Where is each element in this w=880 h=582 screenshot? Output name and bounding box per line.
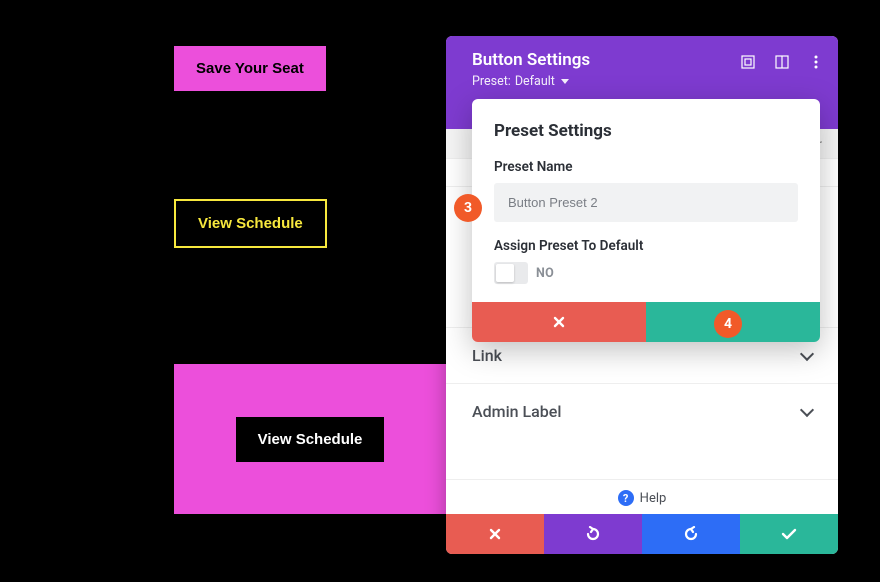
- footer-redo-button[interactable]: [642, 514, 740, 554]
- panel-header: Button Settings Preset: Default: [446, 36, 838, 99]
- admin-label-section-label: Admin Label: [472, 402, 561, 421]
- close-icon: [552, 315, 566, 329]
- help-text: Help: [640, 491, 667, 506]
- popover-title: Preset Settings: [494, 121, 798, 141]
- toggle-knob: [496, 264, 514, 282]
- footer-undo-button[interactable]: [544, 514, 642, 554]
- preset-prefix: Preset:: [472, 74, 511, 89]
- preset-name-label: Preset Name: [494, 159, 798, 175]
- save-seat-button[interactable]: Save Your Seat: [174, 46, 326, 91]
- toggle-value-text: NO: [536, 266, 554, 281]
- view-schedule-outline-button[interactable]: View Schedule: [174, 199, 327, 248]
- pink-section: View Schedule: [174, 364, 446, 514]
- popover-cancel-button[interactable]: [472, 302, 646, 342]
- preset-value: Default: [515, 74, 555, 89]
- chevron-down-icon: [800, 346, 814, 360]
- panel-layout-icon[interactable]: [774, 54, 790, 70]
- chevron-down-icon: [800, 402, 814, 416]
- view-schedule-black-button[interactable]: View Schedule: [236, 417, 385, 462]
- assign-default-label: Assign Preset To Default: [494, 238, 798, 254]
- check-icon: [781, 527, 797, 541]
- preset-settings-popover: Preset Settings Preset Name Assign Prese…: [472, 99, 820, 342]
- button-settings-panel: Button Settings Preset: Default Preset S…: [446, 36, 838, 554]
- redo-icon: [683, 526, 699, 542]
- expand-icon[interactable]: [740, 54, 756, 70]
- link-section-label: Link: [472, 346, 502, 365]
- help-icon: ?: [618, 490, 634, 506]
- preset-name-input[interactable]: [494, 183, 798, 222]
- caret-down-icon: [561, 79, 569, 84]
- footer-save-button[interactable]: [740, 514, 838, 554]
- more-vertical-icon[interactable]: [808, 54, 824, 70]
- preset-selector[interactable]: Preset: Default: [472, 74, 818, 89]
- help-link[interactable]: ? Help: [446, 479, 838, 514]
- panel-body: Preset Settings Preset Name Assign Prese…: [446, 129, 838, 479]
- close-icon: [488, 527, 502, 541]
- assign-default-toggle[interactable]: [494, 262, 528, 284]
- admin-label-section[interactable]: Admin Label: [446, 383, 838, 439]
- annotation-badge-4: 4: [714, 310, 742, 338]
- annotation-badge-3: 3: [454, 194, 482, 222]
- undo-icon: [585, 526, 601, 542]
- panel-footer-actions: [446, 514, 838, 554]
- footer-close-button[interactable]: [446, 514, 544, 554]
